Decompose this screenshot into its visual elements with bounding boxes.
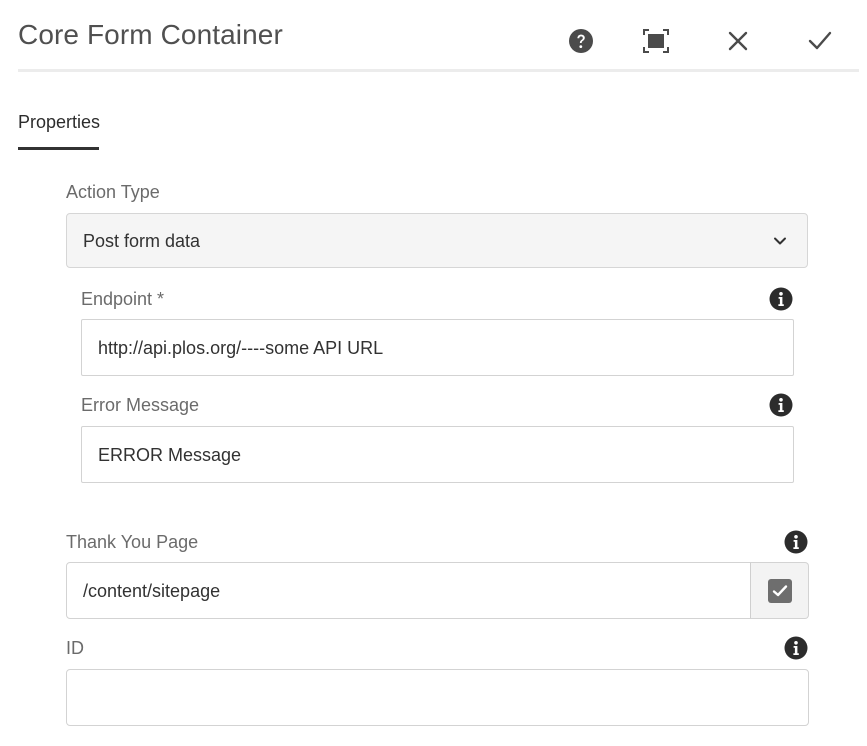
path-picker-button[interactable] (750, 562, 809, 619)
tab-active-indicator (18, 147, 99, 150)
check-icon (808, 31, 832, 50)
action-type-label: Action Type (66, 182, 160, 202)
error-message-value: ERROR Message (98, 445, 242, 465)
error-message-label: Error Message (81, 395, 200, 415)
id-label: ID (66, 638, 84, 658)
checkbox-icon (767, 578, 792, 603)
dialog-header: Core Form Container (0, 0, 867, 72)
endpoint-label: Endpoint * (81, 289, 165, 309)
tab-properties[interactable]: Properties (18, 112, 100, 133)
info-icon[interactable] (784, 530, 808, 554)
dialog-title: Core Form Container (18, 19, 283, 50)
chevron-down-icon (774, 237, 786, 245)
help-button[interactable] (563, 24, 599, 58)
close-button[interactable] (720, 24, 756, 58)
action-type-value: Post form data (83, 231, 201, 251)
help-icon (569, 29, 593, 53)
endpoint-field[interactable]: http://api.plos.org/----some API URL (81, 319, 794, 376)
done-button[interactable] (802, 24, 838, 58)
close-icon (728, 31, 748, 51)
endpoint-value: http://api.plos.org/----some API URL (98, 338, 384, 358)
header-divider (18, 69, 859, 72)
error-message-field[interactable]: ERROR Message (81, 426, 794, 483)
thank-you-page-field[interactable]: /content/sitepage (66, 562, 751, 619)
fullscreen-button[interactable] (638, 24, 674, 58)
action-type-select[interactable]: Post form data (66, 213, 808, 268)
fullscreen-icon (643, 29, 669, 53)
info-icon[interactable] (769, 287, 793, 311)
info-icon[interactable] (784, 636, 808, 660)
thank-you-page-label: Thank You Page (66, 532, 199, 552)
info-icon[interactable] (769, 393, 793, 417)
thank-you-page-value: /content/sitepage (83, 581, 221, 601)
id-field[interactable] (66, 669, 809, 726)
